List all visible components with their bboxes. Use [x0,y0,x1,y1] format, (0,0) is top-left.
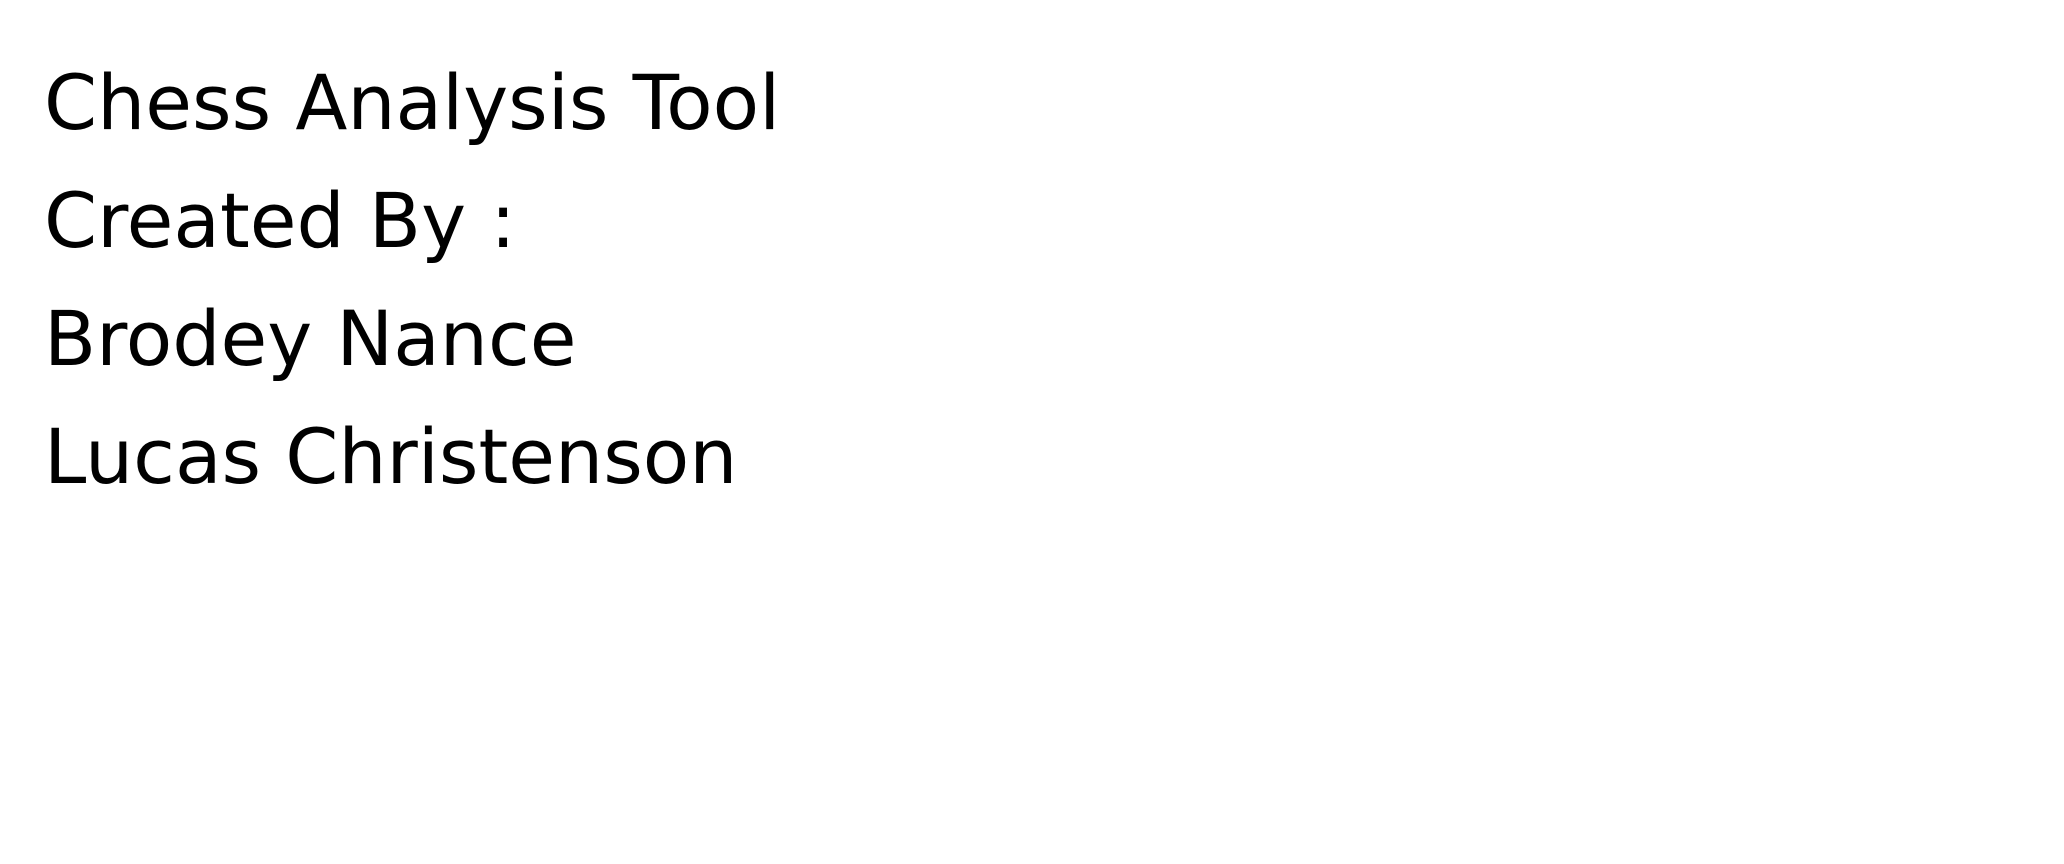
document-page: Chess Analysis Tool Created By : Brodey … [0,0,2064,864]
document-title: Chess Analysis Tool [44,58,781,147]
author-name: Brodey Nance [44,294,577,383]
credits-label: Created By : [44,176,516,265]
text-block: Chess Analysis Tool Created By : Brodey … [44,44,780,516]
author-name: Lucas Christenson [44,412,738,501]
